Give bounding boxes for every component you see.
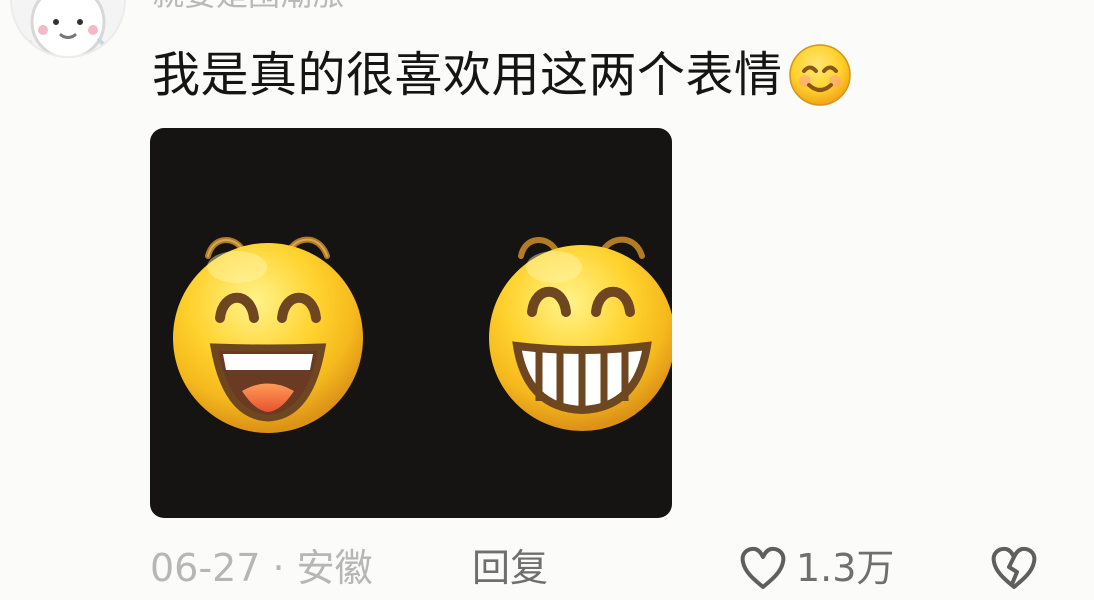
avatar[interactable]	[10, 0, 126, 58]
emoji-image-canvas	[173, 236, 672, 433]
comment-screen: 就要是围潮涨 我是真的很喜欢用这两个表情	[0, 0, 1094, 600]
reply-button[interactable]: 回复	[472, 540, 548, 596]
comment-image[interactable]	[150, 128, 672, 518]
comment-text: 我是真的很喜欢用这两个表情	[152, 47, 783, 103]
like-count: 1.3万	[796, 546, 895, 590]
heart-icon	[740, 546, 786, 589]
comment-meta-row: 06-27 · 安徽 回复 1.3万	[150, 540, 1050, 596]
comment-username[interactable]: 就要是围潮涨	[152, 0, 344, 14]
comment-body: 我是真的很喜欢用这两个表情	[152, 44, 853, 106]
cartoon-avatar-icon	[12, 0, 124, 56]
like-button[interactable]: 1.3万	[738, 540, 894, 596]
grinning-teeth-face-emoji-icon	[489, 236, 672, 431]
laughing-face-emoji-icon	[173, 236, 363, 433]
smiling-face-emoji-icon	[788, 44, 851, 106]
comment-date-location: 06-27 · 安徽	[150, 546, 373, 590]
broken-heart-dislike-icon[interactable]	[988, 545, 1040, 591]
